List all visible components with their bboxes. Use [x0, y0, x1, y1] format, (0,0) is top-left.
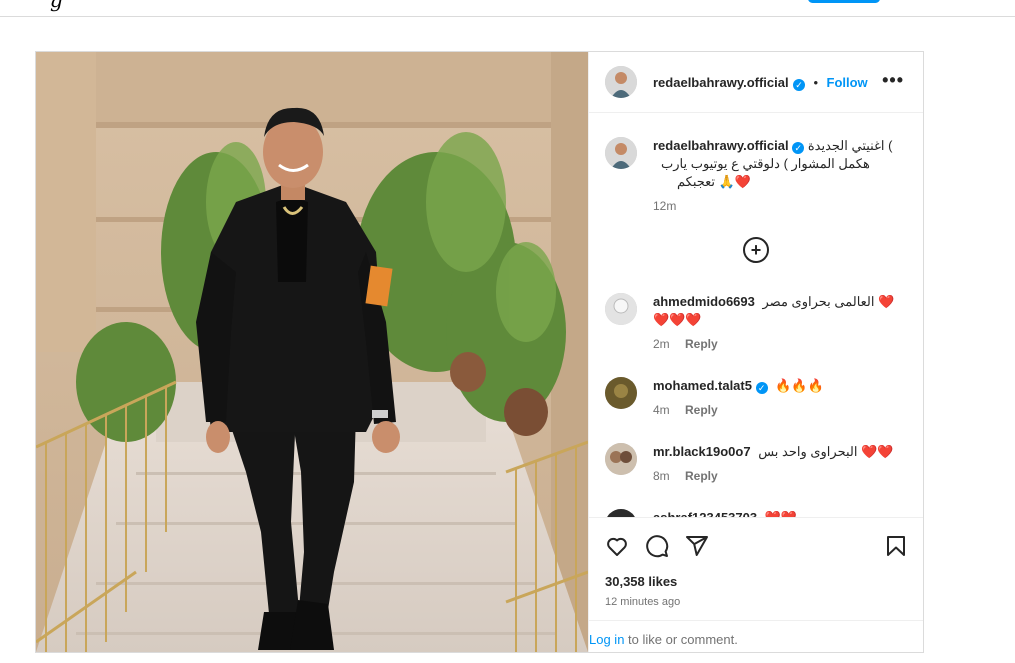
comment-text: العالمى بحراوى مصر ❤️	[762, 294, 895, 309]
top-navigation-bar: g	[0, 0, 1015, 17]
verified-badge-icon: ✓	[792, 142, 805, 154]
commenter-avatar[interactable]	[605, 443, 637, 475]
caption-time: 12m	[653, 199, 677, 213]
comment-username[interactable]: mr.black19o0o7	[653, 444, 751, 459]
verified-badge-icon: ✓	[755, 382, 768, 394]
comment-username[interactable]: ashraf123453703	[653, 510, 757, 517]
commenter-avatar[interactable]	[605, 293, 637, 325]
caption-text-line3: تعجبكم 🙏❤️	[677, 174, 752, 189]
caption-username[interactable]: redaelbahrawy.official	[653, 138, 789, 153]
commenter-avatar[interactable]	[605, 509, 637, 517]
follow-button[interactable]: Follow	[827, 75, 868, 90]
commenter-avatar[interactable]	[605, 377, 637, 409]
reply-button[interactable]: Reply	[685, 337, 718, 351]
caption-text-line1: اغنيتي الجديدة (	[807, 138, 893, 153]
add-circle-icon[interactable]: +	[743, 237, 769, 263]
comment-username[interactable]: mohamed.talat5	[653, 378, 752, 393]
post-header: redaelbahrawy.official ✓ • Follow •••	[589, 52, 923, 113]
more-options-icon[interactable]: •••	[882, 70, 904, 91]
login-text: to like or comment.	[624, 632, 738, 647]
post-time[interactable]: 12 minutes ago	[605, 596, 680, 608]
instagram-logo[interactable]: g	[50, 0, 63, 12]
reply-button[interactable]: Reply	[685, 403, 718, 417]
verified-badge-icon: ✓	[793, 79, 806, 91]
post-photo[interactable]	[36, 52, 588, 652]
comment-text: ❤️❤️	[765, 510, 797, 517]
login-prompt: Log in to like or comment.	[589, 620, 923, 652]
post-actions: 30,358 likes 12 minutes ago	[589, 517, 923, 618]
reply-button[interactable]: Reply	[685, 469, 718, 483]
author-avatar[interactable]	[605, 137, 637, 169]
heart-icon[interactable]	[605, 534, 629, 563]
comment-text: البحراوى واحد بس ❤️❤️	[758, 444, 894, 459]
caption-text-line2: هكمل المشوار ) دلوقتي ع يوتيوب يارب	[661, 156, 870, 171]
login-link[interactable]: Log in	[589, 632, 624, 647]
top-login-button[interactable]	[808, 0, 880, 3]
comment-icon[interactable]	[645, 534, 669, 563]
comment-text-line2: ❤️❤️❤️	[653, 312, 702, 327]
comment-username[interactable]: ahmedmido6693	[653, 294, 755, 309]
comments-list[interactable]: redaelbahrawy.official ✓ اغنيتي الجديدة …	[589, 113, 923, 517]
likes-count[interactable]: 30,358 likes	[605, 574, 677, 589]
comment-text: 🔥🔥🔥	[775, 378, 824, 393]
bookmark-icon[interactable]	[884, 534, 908, 563]
post-side-panel: redaelbahrawy.official ✓ • Follow ••• re…	[588, 52, 923, 652]
comment-time: 2m	[653, 337, 670, 351]
author-username[interactable]: redaelbahrawy.official	[653, 75, 789, 90]
post-dialog: redaelbahrawy.official ✓ • Follow ••• re…	[35, 51, 924, 653]
author-avatar[interactable]	[605, 66, 637, 98]
comment-time: 8m	[653, 469, 670, 483]
comment-time: 4m	[653, 403, 670, 417]
share-icon[interactable]	[685, 534, 709, 563]
dot-separator: •	[813, 75, 819, 90]
